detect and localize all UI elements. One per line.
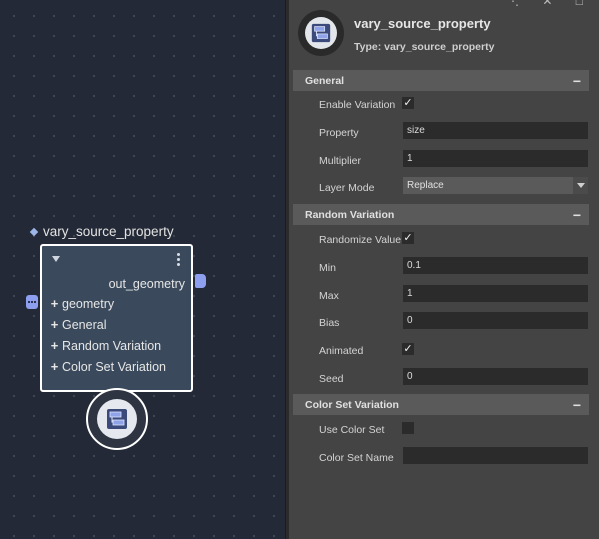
expand-plus-icon[interactable]: +: [50, 317, 59, 332]
section-title: General: [305, 74, 345, 87]
node-attribute-general[interactable]: + General: [50, 317, 107, 332]
use-color-set-checkbox[interactable]: [402, 422, 414, 434]
animated-label: Animated: [319, 345, 364, 357]
node-attribute-label: Random Variation: [62, 338, 162, 353]
expand-plus-icon[interactable]: +: [50, 359, 59, 374]
animated-checkbox[interactable]: ✓: [402, 343, 414, 355]
attribute-editor-panel: ⋱ ✕ □ vary_source_property Type: vary_so…: [289, 0, 599, 539]
enable-variation-checkbox[interactable]: ✓: [402, 97, 414, 109]
window-controls[interactable]: ⋱ ✕ □: [507, 0, 593, 8]
node-attribute-color-set-variation[interactable]: + Color Set Variation: [50, 359, 166, 374]
section-general-header[interactable]: General −: [293, 70, 589, 91]
multiplier-label: Multiplier: [319, 155, 362, 167]
output-attribute-label: out_geometry: [108, 277, 185, 291]
section-collapse-icon[interactable]: −: [573, 208, 581, 222]
enable-variation-label: Enable Variation: [319, 99, 396, 111]
input-port[interactable]: [26, 295, 38, 309]
min-label: Min: [319, 262, 336, 274]
node-type-icon: [107, 409, 127, 429]
color-set-name-label: Color Set Name: [319, 452, 394, 464]
multiplier-field[interactable]: 1: [403, 150, 588, 167]
color-set-name-field[interactable]: [403, 447, 588, 464]
output-port[interactable]: [195, 274, 206, 288]
node-title: vary_source_property: [29, 224, 174, 239]
bias-field[interactable]: 0: [403, 312, 588, 329]
node-attribute-random-variation[interactable]: + Random Variation: [50, 338, 161, 353]
node-attribute-label: Color Set Variation: [62, 359, 166, 374]
layer-mode-value: Replace: [407, 180, 444, 191]
section-color-set-variation-header[interactable]: Color Set Variation −: [293, 394, 589, 415]
use-color-set-label: Use Color Set: [319, 424, 385, 436]
expand-plus-icon[interactable]: +: [50, 296, 59, 311]
node-attribute-label: General: [62, 317, 107, 332]
chevron-down-icon[interactable]: [573, 177, 588, 194]
node-graph-canvas[interactable]: vary_source_property out_geometry + geom…: [0, 0, 285, 539]
collapse-triangle-icon[interactable]: [52, 256, 60, 262]
bias-label: Bias: [319, 317, 340, 329]
node-name: vary_source_property: [354, 16, 491, 31]
layer-mode-label: Layer Mode: [319, 182, 375, 194]
property-label: Property: [319, 127, 359, 139]
header-node-badge: [298, 10, 344, 56]
section-collapse-icon[interactable]: −: [573, 398, 581, 412]
node-type-icon: [311, 23, 331, 43]
randomize-value-checkbox[interactable]: ✓: [402, 232, 414, 244]
checkmark-icon: ✓: [403, 231, 413, 244]
node-attribute-geometry[interactable]: + geometry: [50, 296, 114, 311]
seed-field[interactable]: 0: [403, 368, 588, 385]
node-attribute-label: geometry: [62, 296, 115, 311]
section-title: Random Variation: [305, 208, 395, 221]
node-selected-diamond-icon: [29, 227, 39, 236]
property-field[interactable]: size: [403, 122, 588, 139]
expand-plus-icon[interactable]: +: [50, 338, 59, 353]
node-title-text: vary_source_property: [43, 224, 174, 239]
section-random-variation-header[interactable]: Random Variation −: [293, 204, 589, 225]
max-field[interactable]: 1: [403, 285, 588, 302]
min-field[interactable]: 0.1: [403, 257, 588, 274]
section-collapse-icon[interactable]: −: [573, 74, 581, 88]
node-type-badge: [86, 388, 148, 450]
section-title: Color Set Variation: [305, 398, 399, 411]
max-label: Max: [319, 290, 339, 302]
graph-node[interactable]: out_geometry + geometry + General + Rand…: [40, 244, 193, 392]
node-menu-icon[interactable]: [177, 253, 180, 266]
checkmark-icon: ✓: [403, 96, 413, 109]
seed-label: Seed: [319, 373, 344, 385]
layer-mode-select[interactable]: Replace: [403, 177, 588, 194]
node-type: Type: vary_source_property: [354, 41, 495, 53]
checkmark-icon: ✓: [403, 342, 413, 355]
randomize-value-label: Randomize Value: [319, 234, 402, 246]
